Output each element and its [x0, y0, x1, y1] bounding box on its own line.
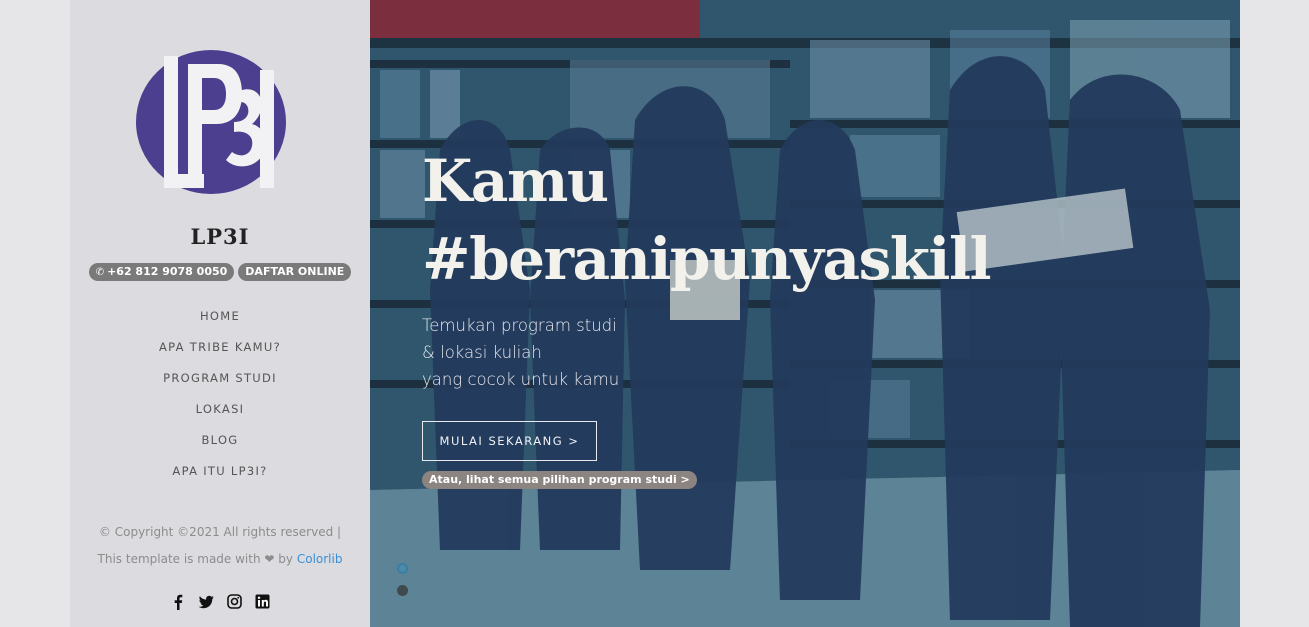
headline-line-1: Kamu — [422, 147, 609, 215]
hero-headline: Kamu #beranipunyaskill — [422, 142, 992, 298]
lihat-semua-program-link[interactable]: Atau, lihat semua pilihan program studi … — [422, 471, 697, 489]
slider-dot-active[interactable] — [397, 563, 408, 574]
subtitle-line-1: Temukan program studi — [422, 316, 617, 335]
phone-pill[interactable]: ✆ +62 812 9078 0050 — [88, 263, 235, 281]
nav-item-lokasi[interactable]: LOKASI — [70, 402, 370, 433]
mulai-sekarang-button[interactable]: MULAI SEKARANG > — [422, 421, 597, 461]
slider-dot[interactable] — [397, 585, 408, 596]
subtitle-line-3: yang cocok untuk kamu — [422, 370, 620, 389]
heart-icon: ❤ — [264, 552, 275, 566]
social-links — [70, 593, 370, 610]
footer-copyright: © Copyright ©2021 All rights reserved | … — [70, 519, 370, 573]
contact-pills: ✆ +62 812 9078 0050 DAFTAR ONLINE — [70, 263, 370, 281]
facebook-icon[interactable] — [171, 593, 186, 610]
nav-item-program-studi[interactable]: PROGRAM STUDI — [70, 371, 370, 402]
sidebar: LP3I ✆ +62 812 9078 0050 DAFTAR ONLINE HO… — [70, 0, 370, 627]
nav-item-home[interactable]: HOME — [70, 309, 370, 340]
twitter-icon[interactable] — [198, 593, 214, 610]
nav-item-tribe[interactable]: APA TRIBE KAMU? — [70, 340, 370, 371]
hero-subtitle: Temukan program studi & lokasi kuliah ya… — [422, 312, 619, 393]
hero-banner: Kamu #beranipunyaskill Temukan program s… — [370, 0, 1240, 627]
brand-name: LP3I — [190, 224, 250, 249]
daftar-online-button[interactable]: DAFTAR ONLINE — [238, 263, 352, 281]
copyright-text: © Copyright ©2021 All rights reserved | — [98, 525, 342, 539]
nav-item-apa-itu[interactable]: APA ITU LP3I? — [70, 464, 370, 495]
instagram-icon[interactable] — [226, 593, 242, 610]
phone-icon: ✆ — [95, 267, 105, 278]
headline-line-2: #beranipunyaskill — [422, 225, 992, 293]
linkedin-icon[interactable] — [255, 593, 270, 610]
made-with-line: This template is made with ❤ by Colorlib — [97, 552, 343, 566]
lp3i-logo[interactable] — [136, 50, 286, 194]
nav-item-blog[interactable]: BLOG — [70, 433, 370, 464]
subtitle-line-2: & lokasi kuliah — [422, 343, 542, 362]
main-nav: HOME APA TRIBE KAMU? PROGRAM STUDI LOKAS… — [70, 309, 370, 495]
colorlib-link[interactable]: Colorlib — [297, 552, 343, 566]
phone-number: +62 812 9078 0050 — [107, 265, 228, 278]
